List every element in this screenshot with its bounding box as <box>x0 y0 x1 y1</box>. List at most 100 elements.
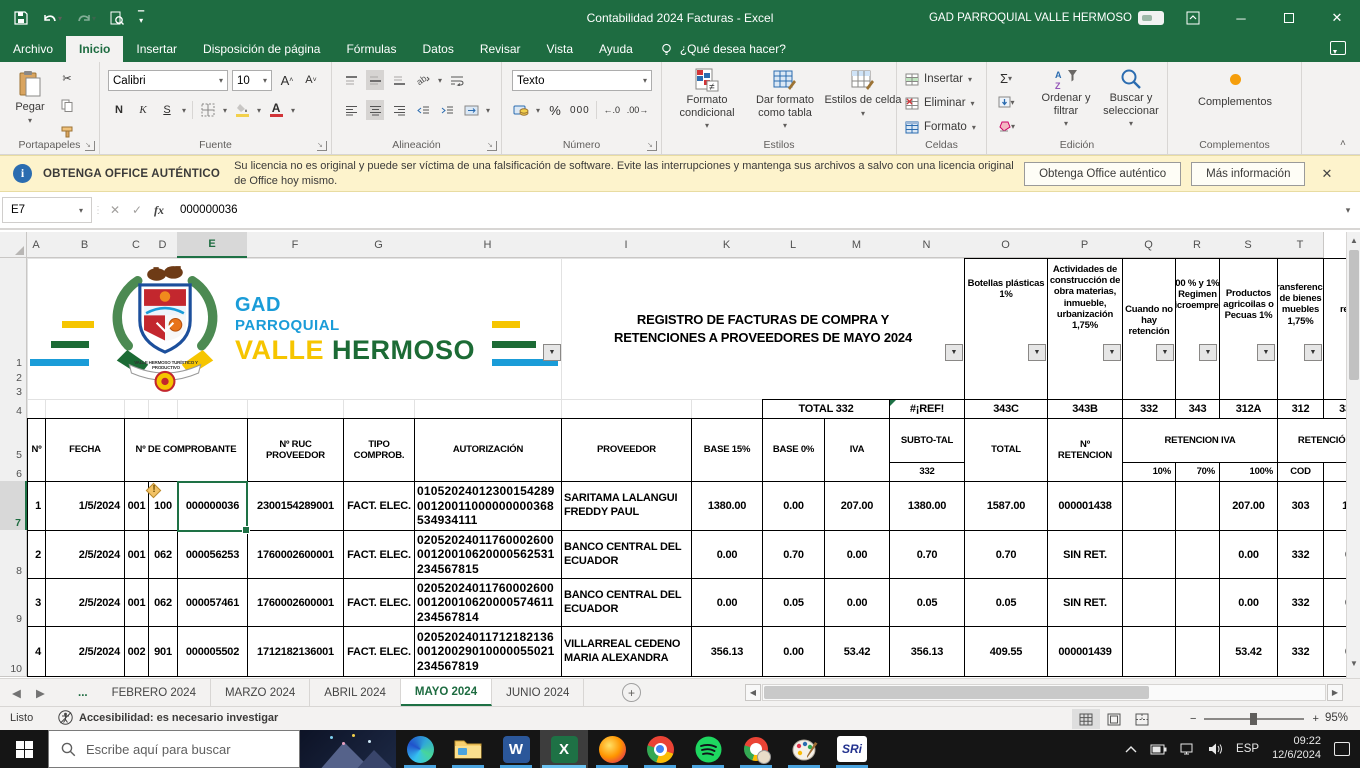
cell-U4[interactable]: 332 <box>1323 399 1346 419</box>
close-button[interactable]: ✕ <box>1314 0 1360 36</box>
tab-junio-2024[interactable]: JUNIO 2024 <box>492 679 585 706</box>
cell-T4[interactable]: 312 <box>1277 399 1324 419</box>
battery-icon[interactable] <box>1150 744 1167 755</box>
cell-C10[interactable]: 002 <box>124 626 149 677</box>
orientation-icon[interactable]: ab <box>414 70 432 90</box>
cell-R9[interactable] <box>1175 578 1220 627</box>
format-cells-button[interactable]: Formato ▾ <box>905 116 976 138</box>
cell-T1[interactable]: Transferencia de bienes muebles 1,75% <box>1277 258 1324 400</box>
cell-L7[interactable]: 0.00 <box>762 481 825 531</box>
cell-E8[interactable]: 000056253 <box>177 530 248 579</box>
taskbar-excel-icon[interactable]: X <box>540 730 588 768</box>
news-weather-widget[interactable] <box>300 730 396 768</box>
cell-P1[interactable]: Actividades de construcción de obra mate… <box>1047 258 1123 400</box>
select-all-corner[interactable] <box>0 232 27 258</box>
col-header-L[interactable]: L <box>762 232 825 258</box>
align-bottom-icon[interactable] <box>390 70 408 90</box>
cell-L4-total[interactable]: TOTAL 332 <box>762 399 890 419</box>
cell-P10[interactable]: 000001439 <box>1047 626 1123 677</box>
col-header-F[interactable]: F <box>247 232 344 258</box>
col-header-Q[interactable]: Q <box>1122 232 1176 258</box>
cell-B10[interactable]: 2/5/2024 <box>45 626 125 677</box>
undo-icon[interactable]: ▾ <box>42 12 62 25</box>
font-dialog-launcher[interactable]: ↘ <box>317 141 327 151</box>
cell-H7[interactable]: 0105202401230015428900120011000000000368… <box>414 481 562 531</box>
cell-U9[interactable]: 0 <box>1323 578 1346 627</box>
comma-style-icon[interactable]: 000 <box>570 100 590 120</box>
increase-indent-icon[interactable] <box>438 100 456 120</box>
document-title-cell[interactable]: REGISTRO DE FACTURAS DE COMPRA Y RETENCI… <box>561 258 965 400</box>
cell-D4[interactable] <box>148 399 178 419</box>
align-top-icon[interactable] <box>342 70 360 90</box>
addins-button[interactable]: Complementos <box>1168 66 1302 108</box>
cell-M7[interactable]: 207.00 <box>824 481 890 531</box>
account-name[interactable]: GAD PARROQUIAL VALLE HERMOSO <box>929 0 1132 36</box>
cell-N10[interactable]: 356.13 <box>889 626 965 677</box>
header-base15[interactable]: BASE 15% <box>691 418 763 482</box>
cell-Q4[interactable]: 332 <box>1122 399 1176 419</box>
cell-K4[interactable] <box>691 399 763 419</box>
header-ruc[interactable]: Nº RUC PROVEEDOR <box>247 418 344 482</box>
header-fecha[interactable]: FECHA <box>45 418 125 482</box>
decrease-decimal-icon[interactable]: .00→ <box>627 100 649 120</box>
cell-E4[interactable] <box>177 399 248 419</box>
cell-S4[interactable]: 312A <box>1219 399 1278 419</box>
tab-formulas[interactable]: Fórmulas <box>333 36 409 62</box>
header-nret[interactable]: Nº RETENCION <box>1047 418 1123 482</box>
page-break-view-icon[interactable] <box>1128 709 1156 729</box>
cell-O8[interactable]: 0.70 <box>964 530 1048 579</box>
header-tipo[interactable]: TIPO COMPROB. <box>343 418 415 482</box>
cell-P4[interactable]: 343B <box>1047 399 1123 419</box>
insert-function-icon[interactable]: fx <box>148 203 170 218</box>
cell-G8[interactable]: FACT. ELEC. <box>343 530 415 579</box>
cell-A4[interactable] <box>27 399 46 419</box>
cell-T10[interactable]: 332 <box>1277 626 1324 677</box>
copy-icon[interactable] <box>58 95 76 115</box>
filter-icon-title[interactable]: ▼ <box>945 344 963 361</box>
taskbar-paint-icon[interactable] <box>780 730 828 768</box>
network-icon[interactable] <box>1180 743 1195 755</box>
tab-marzo-2024[interactable]: MARZO 2024 <box>211 679 311 706</box>
taskbar-chrome-icon[interactable] <box>636 730 684 768</box>
cell-F4[interactable] <box>247 399 344 419</box>
col-header-B[interactable]: B <box>45 232 125 258</box>
cell-C9[interactable]: 001 <box>124 578 149 627</box>
col-header-O[interactable]: O <box>964 232 1048 258</box>
header-100[interactable]: 100% <box>1219 462 1278 482</box>
zoom-in-icon[interactable]: + <box>1312 713 1318 725</box>
start-button[interactable] <box>0 730 48 768</box>
header-comprobante[interactable]: Nº DE COMPROBANTE <box>124 418 248 482</box>
cell-L8[interactable]: 0.70 <box>762 530 825 579</box>
taskbar-chrome-profile-icon[interactable] <box>732 730 780 768</box>
wrap-text-icon[interactable] <box>448 70 466 90</box>
header-retencion-iva[interactable]: RETENCION IVA <box>1122 418 1278 463</box>
cell-H9[interactable]: 0205202401176000260000120010620000574611… <box>414 578 562 627</box>
percent-style-icon[interactable]: % <box>546 100 564 120</box>
tab-ayuda[interactable]: Ayuda <box>586 36 646 62</box>
next-sheet-icon[interactable]: ▶ <box>36 679 45 706</box>
cell-G4[interactable] <box>343 399 415 419</box>
number-format-combo[interactable]: Texto ▾ <box>512 70 652 91</box>
cell-D9[interactable]: 062 <box>148 578 178 627</box>
namebox-splitter[interactable]: ⋮ <box>92 205 104 216</box>
tab-vista[interactable]: Vista <box>534 36 586 62</box>
taskbar-word-icon[interactable]: W <box>492 730 540 768</box>
delete-cells-button[interactable]: Eliminar ▾ <box>905 92 976 114</box>
cell-M10[interactable]: 53.42 <box>824 626 890 677</box>
dismiss-warning-icon[interactable]: ✕ <box>1321 166 1332 182</box>
cancel-entry-icon[interactable]: ✕ <box>104 203 126 217</box>
col-header-S[interactable]: S <box>1219 232 1278 258</box>
get-office-button[interactable]: Obtenga Office auténtico <box>1024 161 1182 186</box>
row-header-8[interactable]: 8 <box>0 530 27 579</box>
cell-O1[interactable]: Botellas plásticas 1% <box>964 258 1048 400</box>
cell-B8[interactable]: 2/5/2024 <box>45 530 125 579</box>
cell-I8[interactable]: BANCO CENTRAL DEL ECUADOR <box>561 530 692 579</box>
hscroll-left-icon[interactable]: ◀ <box>745 684 761 701</box>
cell-B4[interactable] <box>45 399 125 419</box>
header-retencion-fuente[interactable]: RETENCIÓN <box>1277 418 1346 463</box>
cell-I10[interactable]: VILLARREAL CEDENO MARIA ALEXANDRA <box>561 626 692 677</box>
shrink-font-icon[interactable]: A ˅ <box>302 70 320 90</box>
cell-K10[interactable]: 356.13 <box>691 626 763 677</box>
fill-icon[interactable]: ▾ <box>997 92 1015 112</box>
row-header-7[interactable]: 7 <box>0 481 27 531</box>
